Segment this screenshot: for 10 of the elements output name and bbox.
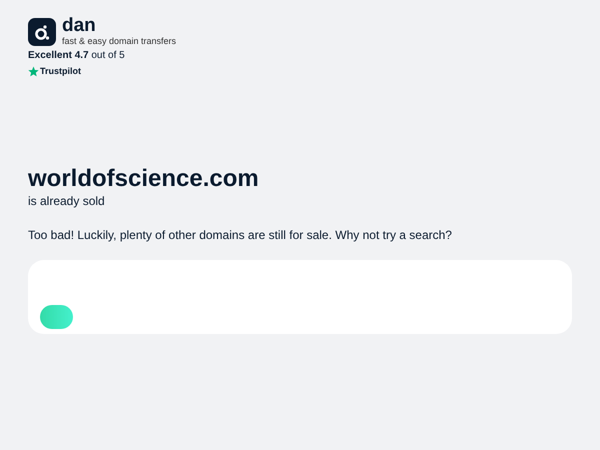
brand-tagline: fast & easy domain transfers (62, 35, 176, 47)
domain-status: is already sold (28, 192, 106, 208)
message-text: Too bad! Luckily, plenty of other domains are still for sale. Why not try a search? (28, 226, 453, 242)
trustpilot-label: Trustpilot (40, 65, 81, 78)
brand-name: dan (62, 17, 97, 35)
star-icon (28, 66, 39, 78)
search-button[interactable] (40, 304, 73, 328)
logo-icon (28, 18, 56, 46)
rating-text: Excellent 4.7 out of 5 (28, 49, 126, 63)
domain-name: worldofscience.com (28, 164, 260, 192)
